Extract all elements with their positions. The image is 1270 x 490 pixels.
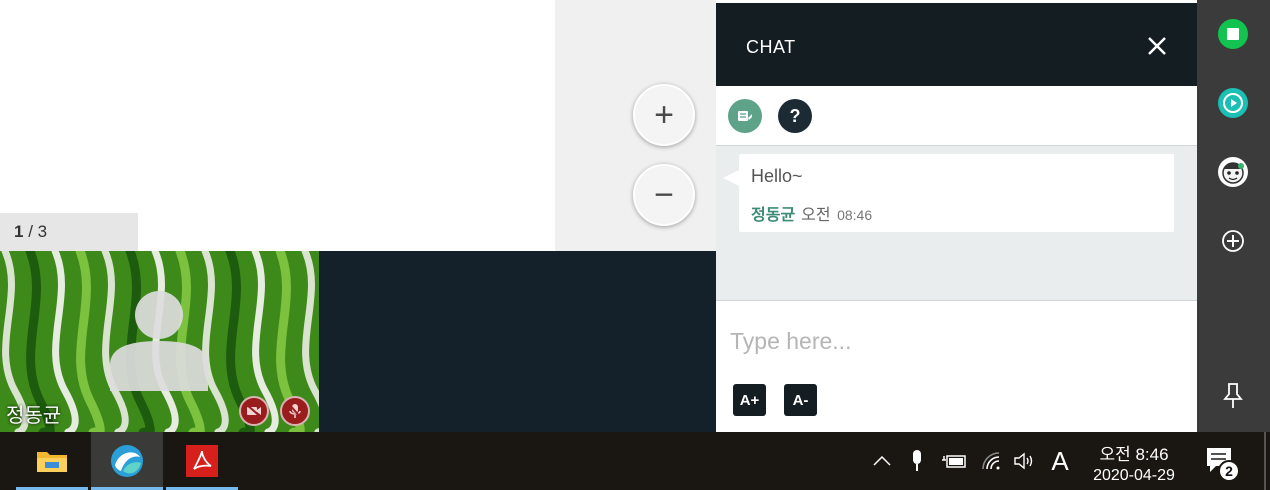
acrobat-icon bbox=[186, 445, 218, 477]
page-indicator: 1 / 3 bbox=[0, 213, 138, 251]
total-pages: 3 bbox=[37, 222, 48, 241]
video-strip: 정동균 bbox=[0, 251, 716, 432]
power-battery-icon[interactable] bbox=[940, 432, 968, 490]
camera-off-icon[interactable] bbox=[239, 396, 269, 426]
clock[interactable]: 오전 8:46 2020-04-29 bbox=[1084, 432, 1184, 490]
participant-name: 정동균 bbox=[6, 405, 62, 427]
chat-header: CHAT bbox=[716, 3, 1197, 86]
font-decrease-button[interactable]: A- bbox=[784, 384, 817, 416]
message-ampm: 오전 bbox=[801, 207, 831, 224]
wifi-icon[interactable] bbox=[980, 432, 1004, 490]
chat-panel: CHAT ? Hello~ 정동균 오전 08:46 A+ A- bbox=[716, 0, 1197, 432]
chat-input-area: A+ A- bbox=[716, 301, 1197, 432]
clock-date: 2020-04-29 bbox=[1093, 467, 1175, 484]
zoom-in-button[interactable]: + bbox=[633, 84, 695, 146]
microphone-icon[interactable] bbox=[906, 432, 928, 490]
notification-count-badge: 2 bbox=[1218, 460, 1240, 482]
volume-icon[interactable] bbox=[1012, 432, 1038, 490]
memo-icon bbox=[738, 111, 752, 121]
message-sender: 정동균 bbox=[751, 207, 796, 224]
message-text: Hello~ bbox=[751, 166, 803, 186]
close-icon[interactable] bbox=[1146, 35, 1168, 57]
minus-icon: − bbox=[654, 176, 674, 214]
message-bubble: Hello~ 정동균 오전 08:46 bbox=[723, 154, 1174, 232]
help-button[interactable]: ? bbox=[778, 99, 812, 133]
add-icon[interactable] bbox=[1218, 226, 1248, 256]
taskbar-app-browser[interactable] bbox=[91, 432, 163, 490]
app-window: 1 / 3 + − 정동균 CHAT ? Hello~ 정동균 오전 08:46… bbox=[0, 0, 1270, 490]
memo-button[interactable] bbox=[728, 99, 762, 133]
message-meta: 정동균 오전 08:46 bbox=[751, 201, 872, 225]
video-tile[interactable]: 정동균 bbox=[0, 251, 319, 432]
play-icon[interactable] bbox=[1218, 88, 1248, 118]
page-separator: / bbox=[23, 222, 38, 241]
chat-title: CHAT bbox=[746, 37, 796, 57]
browser-app-icon bbox=[111, 445, 143, 477]
user-silhouette-icon bbox=[110, 291, 208, 391]
character-icon[interactable] bbox=[1218, 157, 1248, 187]
message-time: 08:46 bbox=[837, 207, 873, 223]
file-explorer-icon bbox=[37, 452, 67, 472]
show-desktop-button[interactable] bbox=[1264, 432, 1266, 490]
stop-icon[interactable] bbox=[1218, 19, 1248, 49]
taskbar-app-file-explorer[interactable] bbox=[16, 432, 88, 490]
chat-toolbar: ? bbox=[716, 86, 1197, 146]
chat-input[interactable] bbox=[730, 321, 1170, 361]
chat-messages: Hello~ 정동균 오전 08:46 bbox=[716, 146, 1197, 301]
clock-time: 오전 8:46 bbox=[1099, 445, 1169, 464]
document-viewer: 1 / 3 + − bbox=[0, 0, 716, 251]
taskbar: A 오전 8:46 2020-04-29 2 bbox=[0, 432, 1270, 490]
mic-muted-icon[interactable] bbox=[280, 396, 310, 426]
right-sidebar bbox=[1197, 0, 1270, 432]
help-icon: ? bbox=[789, 105, 801, 126]
zoom-out-button[interactable]: − bbox=[633, 164, 695, 226]
taskbar-app-acrobat[interactable] bbox=[166, 432, 238, 490]
input-method-indicator[interactable]: A bbox=[1046, 432, 1074, 490]
tray-expand-chevron-icon[interactable] bbox=[870, 432, 894, 490]
plus-icon: + bbox=[654, 96, 674, 134]
font-increase-button[interactable]: A+ bbox=[733, 384, 766, 416]
pin-icon[interactable] bbox=[1221, 382, 1245, 410]
